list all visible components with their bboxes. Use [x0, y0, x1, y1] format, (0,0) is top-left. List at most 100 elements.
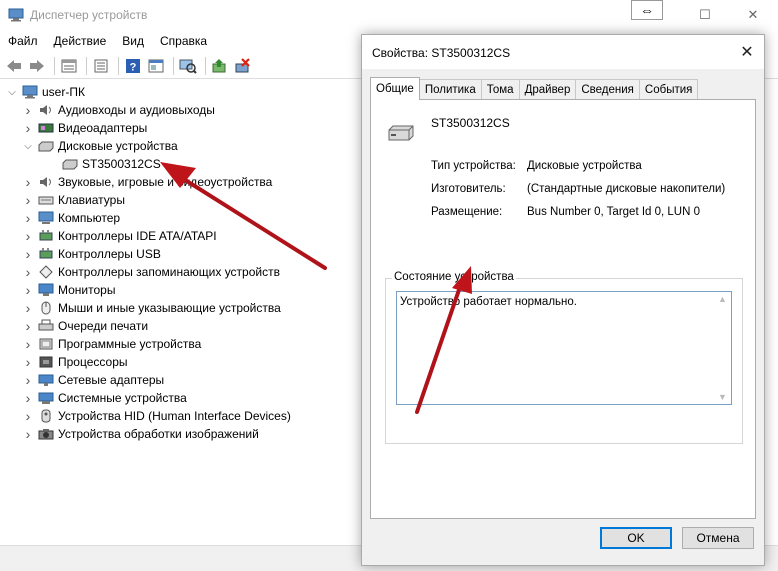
tree-item[interactable]: › Клавиатуры [22, 191, 125, 209]
toolbar-separator [173, 56, 174, 75]
tab-policy[interactable]: Политика [418, 79, 482, 99]
show-hidden-icon[interactable] [59, 57, 79, 75]
tree-item-label: Устройства обработки изображений [58, 427, 259, 441]
disk-drive-icon [388, 125, 414, 141]
menu-help[interactable]: Справка [152, 34, 215, 48]
cancel-button[interactable]: Отмена [682, 527, 754, 549]
sound-icon [40, 177, 51, 187]
tree-item[interactable]: › Мониторы [22, 281, 116, 299]
title-bar[interactable]: Диспетчер устройств ⇔ ☐ ✕ [0, 0, 778, 30]
tree-item-label: Контроллеры USB [58, 247, 161, 261]
display-adapter-icon [38, 123, 54, 133]
tree-item[interactable]: › Программные устройства [22, 335, 202, 353]
chevron-right-icon[interactable]: › [22, 264, 34, 280]
tree-item[interactable]: › Системные устройства [22, 389, 187, 407]
chevron-right-icon[interactable]: › [22, 246, 34, 262]
tree-item-label: Сетевые адаптеры [58, 373, 165, 387]
chevron-right-icon[interactable]: › [22, 408, 34, 424]
tree-item-label: Аудиовходы и аудиовыходы [58, 103, 215, 117]
chevron-right-icon[interactable]: › [22, 372, 34, 388]
tree-item[interactable]: › Сетевые адаптеры [22, 371, 165, 389]
status-scrollbar[interactable]: ▲ ▼ [715, 292, 731, 404]
chevron-right-icon[interactable]: › [22, 102, 34, 118]
update-driver-icon[interactable] [210, 57, 230, 75]
window-title: Диспетчер устройств [30, 8, 148, 22]
tree-item[interactable]: › Компьютер [22, 209, 120, 227]
chevron-right-icon[interactable]: › [22, 210, 34, 226]
tree-item[interactable]: › Процессоры [22, 353, 128, 371]
ok-button[interactable]: OK [600, 527, 672, 549]
menu-file[interactable]: Файл [0, 34, 46, 48]
device-status-textbox[interactable]: Устройство работает нормально. ▲ ▼ [396, 291, 732, 405]
tree-item-label: Мониторы [58, 283, 116, 297]
network-icon [38, 374, 54, 386]
forward-icon[interactable] [27, 57, 47, 75]
chevron-right-icon[interactable]: › [22, 354, 34, 370]
tab-volumes[interactable]: Тома [480, 79, 520, 99]
tree-item[interactable]: › Устройства HID (Human Interface Devices… [22, 407, 291, 425]
tab-driver[interactable]: Драйвер [518, 79, 577, 99]
printer-icon [38, 319, 54, 331]
device-manager-icon [8, 8, 24, 22]
tree-root[interactable]: ⌵ user-ПК [6, 83, 85, 101]
location-value: Bus Number 0, Target Id 0, LUN 0 [527, 206, 701, 218]
chevron-right-icon[interactable]: › [22, 120, 34, 136]
close-button[interactable]: ✕ [738, 4, 768, 26]
tree-item-label: Устройства HID (Human Interface Devices) [58, 409, 291, 423]
tree-item-label: Контроллеры IDE ATA/ATAPI [58, 229, 217, 243]
tree-item[interactable]: › Мыши и иные указывающие устройства [22, 299, 281, 317]
tab-general[interactable]: Общие [370, 77, 420, 100]
scroll-down-icon[interactable]: ▼ [718, 392, 727, 402]
chevron-down-icon[interactable]: ⌵ [22, 140, 34, 152]
audio-icon [40, 105, 51, 115]
chevron-right-icon[interactable]: › [22, 192, 34, 208]
help-icon[interactable]: ? [123, 57, 143, 75]
properties-icon[interactable] [91, 57, 111, 75]
tree-item[interactable]: › Устройства обработки изображений [22, 425, 259, 443]
tab-events[interactable]: События [638, 79, 699, 99]
scroll-up-icon[interactable]: ▲ [718, 294, 727, 304]
tree-item[interactable]: › Аудиовходы и аудиовыходы [22, 101, 215, 119]
menu-view[interactable]: Вид [114, 34, 152, 48]
system-device-icon [38, 392, 54, 404]
general-tab-panel: ST3500312CS Тип устройства: Дисковые уст… [370, 99, 756, 519]
chevron-right-icon[interactable]: › [22, 318, 34, 334]
chevron-right-icon[interactable]: › [22, 300, 34, 316]
scan-hardware-icon[interactable] [178, 57, 198, 75]
manufacturer-label: Изготовитель: [431, 183, 506, 195]
tree-item[interactable]: › Звуковые, игровые и видеоустройства [22, 173, 273, 191]
tree-item[interactable]: › Контроллеры USB [22, 245, 161, 263]
dialog-title-bar[interactable]: Свойства: ST3500312CS ✕ [362, 35, 764, 69]
chevron-right-icon[interactable]: › [22, 336, 34, 352]
device-status-text: Устройство работает нормально. [400, 296, 577, 308]
menu-action[interactable]: Действие [46, 34, 115, 48]
tree-item[interactable]: › Очереди печати [22, 317, 148, 335]
tree-child-item[interactable]: ST3500312CS [62, 155, 161, 173]
device-status-label: Состояние устройства [392, 271, 516, 283]
device-type-value: Дисковые устройства [527, 160, 642, 172]
chevron-right-icon[interactable]: › [22, 228, 34, 244]
tree-item-label: Мыши и иные указывающие устройства [58, 301, 281, 315]
view-icon[interactable] [146, 57, 166, 75]
tree-child-label: ST3500312CS [82, 157, 161, 171]
dialog-close-button[interactable]: ✕ [736, 41, 758, 63]
tab-details[interactable]: Сведения [575, 79, 640, 99]
chevron-down-icon[interactable]: ⌵ [6, 86, 18, 98]
tree-item[interactable]: ⌵ Дисковые устройства [22, 137, 178, 155]
back-icon[interactable] [4, 57, 24, 75]
toolbar-separator [118, 56, 119, 75]
tree-item[interactable]: › Видеоадаптеры [22, 119, 148, 137]
chevron-right-icon[interactable]: › [22, 390, 34, 406]
tree-item[interactable]: › Контроллеры IDE ATA/ATAPI [22, 227, 217, 245]
chevron-right-icon[interactable]: › [22, 282, 34, 298]
maximize-button[interactable]: ☐ [690, 4, 720, 26]
svg-text:?: ? [130, 61, 137, 73]
tree-item[interactable]: › Контроллеры запоминающих устройств [22, 263, 280, 281]
uninstall-device-icon[interactable] [233, 57, 253, 75]
tree-item-label: Системные устройства [58, 391, 187, 405]
disk-drive-icon [62, 159, 78, 170]
chevron-right-icon[interactable]: › [22, 426, 34, 442]
manufacturer-value: (Стандартные дисковые накопители) [527, 183, 726, 195]
chevron-right-icon[interactable]: › [22, 174, 34, 190]
location-label: Размещение: [431, 206, 503, 218]
